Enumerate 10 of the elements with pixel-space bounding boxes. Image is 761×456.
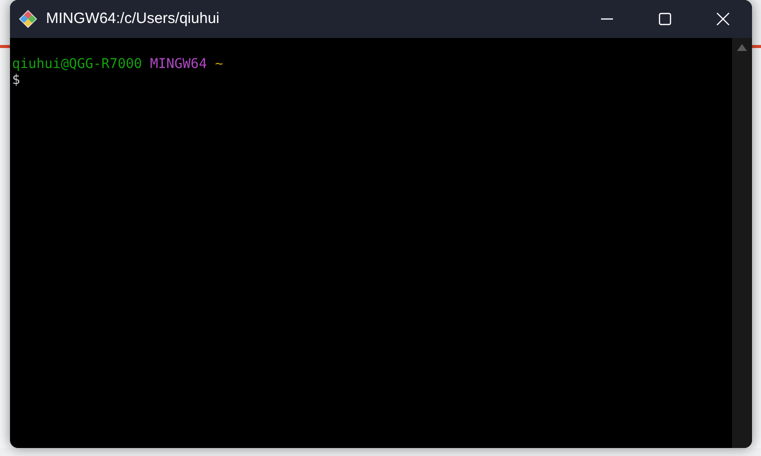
terminal-text: qiuhui@QGG-R7000 <box>12 56 142 72</box>
terminal-text: MINGW64 <box>150 56 207 72</box>
window-title: MINGW64:/c/Users/qiuhui <box>46 8 220 29</box>
app-icon <box>18 9 38 29</box>
close-icon <box>716 12 730 26</box>
scroll-up-icon[interactable] <box>737 44 747 51</box>
maximize-icon <box>658 12 672 26</box>
terminal-text: $ <box>12 72 20 88</box>
terminal-text: ~ <box>214 56 224 72</box>
scrollbar[interactable] <box>732 38 752 448</box>
